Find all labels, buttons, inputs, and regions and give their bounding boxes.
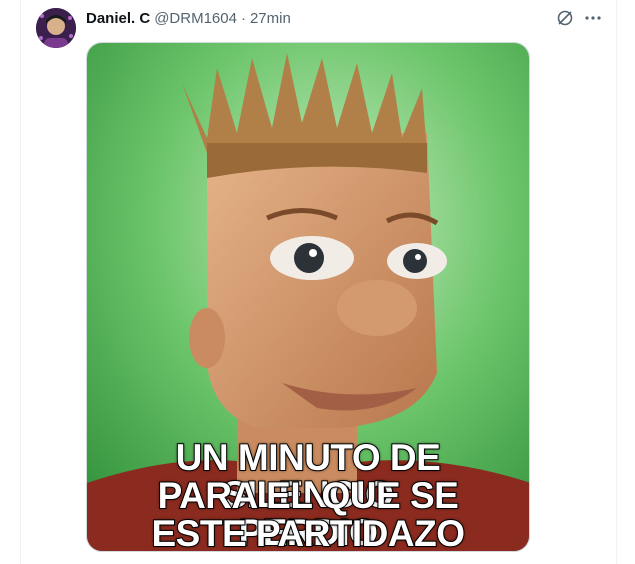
grok-icon bbox=[557, 10, 573, 26]
timeline-border-right bbox=[616, 0, 617, 564]
display-name[interactable]: Daniel. C bbox=[86, 10, 150, 27]
avatar[interactable] bbox=[36, 8, 76, 48]
separator-dot: · bbox=[240, 9, 246, 27]
meme-caption-line-3: ESTE PARTIDAZO bbox=[151, 513, 467, 552]
tweet-media-image[interactable]: UN MINUTO DE SILENCIO PARA EL QUE SE PER… bbox=[86, 42, 530, 552]
timeline-border-left bbox=[20, 0, 21, 564]
tweet-header: Daniel. C @DRM1604 · 27min bbox=[86, 8, 291, 28]
user-handle[interactable]: @DRM1604 bbox=[154, 10, 237, 27]
avatar-image bbox=[36, 8, 76, 48]
grok-button[interactable] bbox=[555, 8, 575, 28]
more-options-button[interactable] bbox=[581, 8, 605, 28]
timestamp[interactable]: 27min bbox=[250, 10, 291, 27]
more-icon bbox=[585, 16, 601, 20]
